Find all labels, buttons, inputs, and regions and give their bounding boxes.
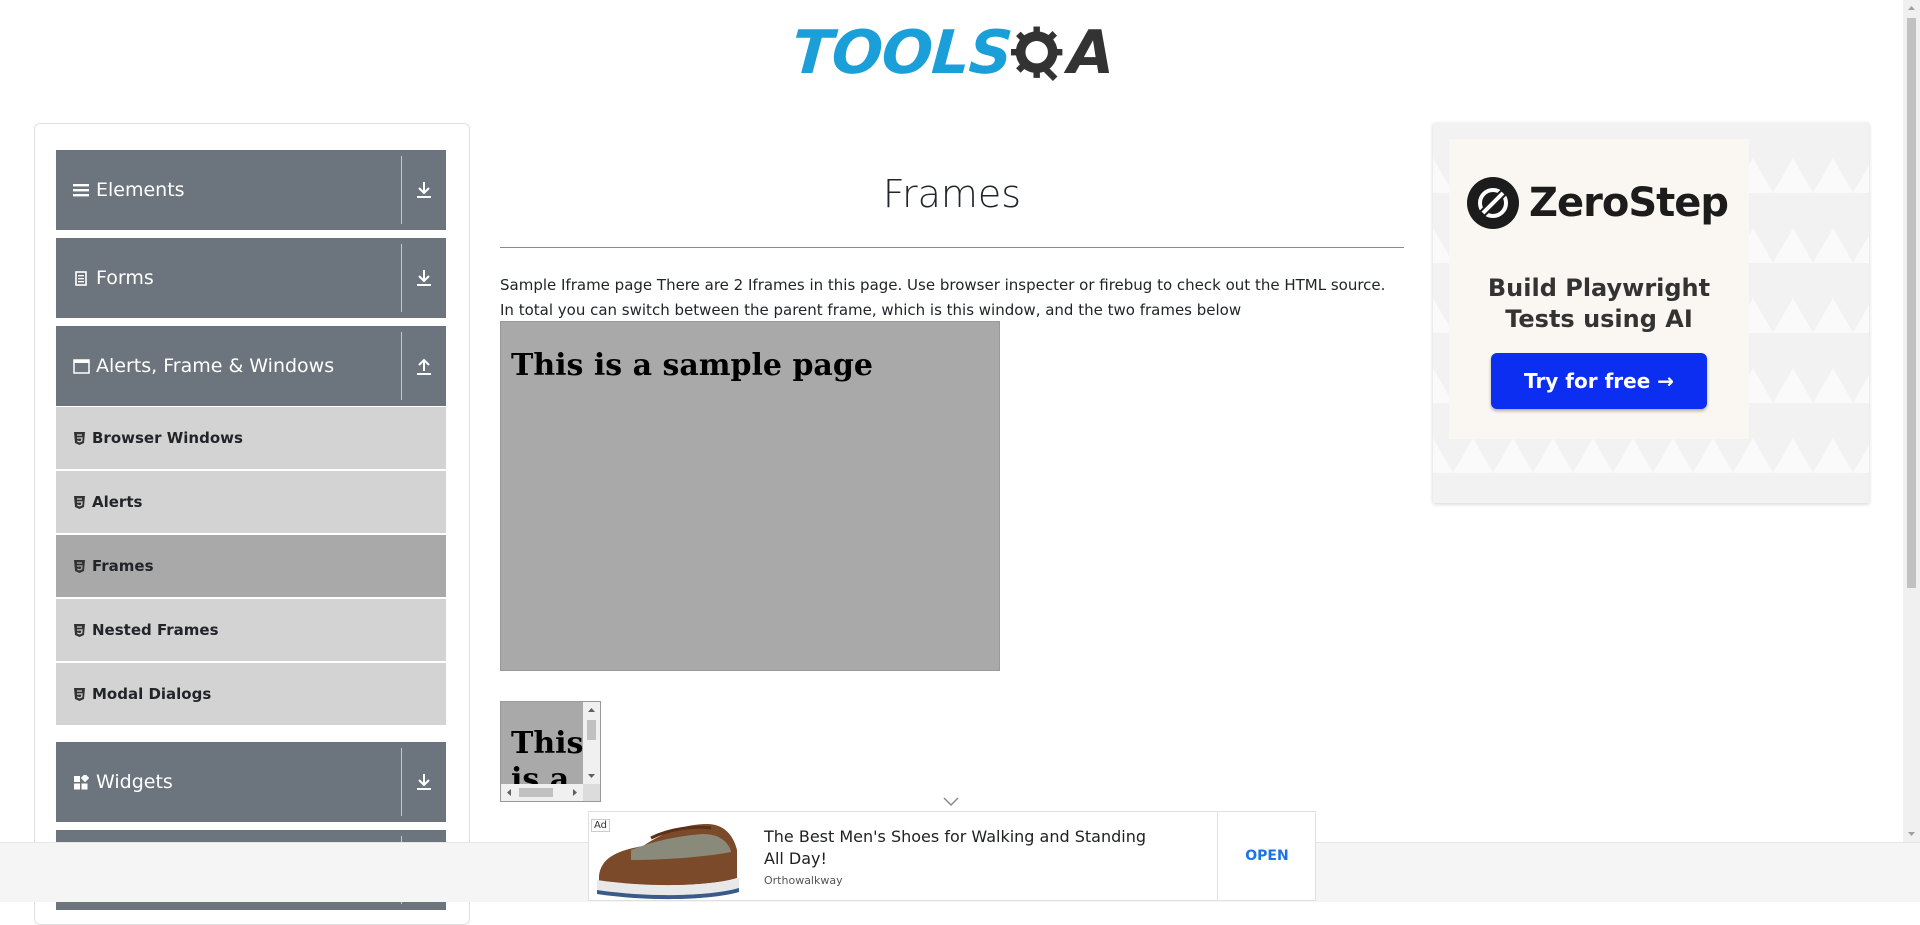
ad-banner-right[interactable]: ZeroStep Build Playwright Tests using AI… [1433,123,1869,503]
hamburger-icon [72,181,90,199]
scroll-down-arrow-icon[interactable] [587,771,596,780]
iframe-frame1[interactable]: This is a sample page [500,321,1000,671]
sidebar-group-label: Alerts, Frame & Windows [96,355,335,377]
iframe-frame2[interactable]: This is a [500,701,601,802]
upload-arrow-icon[interactable] [415,356,433,376]
sidebar-item-alerts[interactable]: Alerts [56,471,446,535]
page-scrollbar[interactable] [1903,0,1920,842]
zerostep-logo-icon [1467,177,1519,229]
sidebar-group-widgets[interactable]: Widgets [56,742,446,822]
sidebar: Elements Forms Alerts, Frame & Windows B… [34,123,470,925]
divider [401,332,402,400]
frame1-heading: This is a sample page [511,348,873,383]
toolsqa-logo[interactable]: TOOLS A [789,16,1114,90]
scroll-thumb[interactable] [519,788,553,797]
download-arrow-icon[interactable] [415,268,433,288]
scrollbar-corner [583,784,600,801]
html5-icon [72,687,86,701]
scroll-thumb[interactable] [1907,18,1916,588]
ad-tagline: Build Playwright Tests using AI [1487,274,1711,333]
sidebar-item-label: Frames [92,557,154,575]
sidebar-group-label: Forms [96,267,154,289]
sidebar-group-label: Elements [96,179,185,201]
divider [401,156,402,224]
sidebar-item-frames[interactable]: Frames [56,535,446,599]
sidebar-group-alerts-frame-windows[interactable]: Alerts, Frame & Windows [56,326,446,406]
sidebar-group-label: Widgets [96,771,173,793]
scroll-thumb[interactable] [587,720,596,740]
logo-text-a: A [1067,18,1114,88]
sidebar-item-nested-frames[interactable]: Nested Frames [56,599,446,663]
document-icon [72,269,90,287]
scroll-up-arrow-icon[interactable] [1907,4,1916,13]
sidebar-item-label: Nested Frames [92,621,219,639]
sidebar-item-browser-windows[interactable]: Browser Windows [56,407,446,471]
zerostep-name: ZeroStep [1529,180,1729,226]
sidebar-item-label: Alerts [92,493,143,511]
download-arrow-icon[interactable] [415,180,433,200]
html5-icon [72,495,86,509]
title-divider [500,247,1404,248]
scroll-right-arrow-icon[interactable] [570,788,579,797]
html5-icon [72,623,86,637]
sidebar-group-forms[interactable]: Forms [56,238,446,318]
sidebar-group-elements[interactable]: Elements [56,150,446,230]
ad-title[interactable]: The Best Men's Shoes for Walking and Sta… [764,826,1154,870]
try-for-free-button[interactable]: Try for free → [1491,353,1707,409]
scroll-down-arrow-icon[interactable] [1907,829,1916,838]
widgets-icon [72,773,90,791]
html5-icon [72,559,86,573]
ad-banner-bottom[interactable]: Ad The Best Men's Shoes for Walking and … [588,811,1316,901]
sidebar-item-label: Modal Dialogs [92,685,212,703]
ad-badge: Ad [591,819,611,832]
ad-advertiser: Orthowalkway [764,874,843,887]
zerostep-brand: ZeroStep [1467,177,1729,229]
divider [401,244,402,312]
divider [401,748,402,816]
scroll-left-arrow-icon[interactable] [505,788,514,797]
shoe-image [597,824,739,900]
logo-text-tools: TOOLS [789,18,1014,88]
gear-magnifier-icon [1011,26,1063,82]
frame2-horizontal-scrollbar[interactable] [501,784,583,801]
scroll-up-arrow-icon[interactable] [587,706,596,715]
page-description: Sample Iframe page There are 2 Iframes i… [500,276,1386,319]
ad-open-button[interactable]: OPEN [1218,812,1316,900]
chevron-down-icon[interactable] [942,796,960,808]
page-title: Frames [882,172,1022,216]
ad-card: ZeroStep Build Playwright Tests using AI… [1449,139,1749,439]
window-icon [72,357,90,375]
html5-icon [72,431,86,445]
frame2-vertical-scrollbar[interactable] [583,702,600,784]
sidebar-item-modal-dialogs[interactable]: Modal Dialogs [56,663,446,727]
download-arrow-icon[interactable] [415,772,433,792]
sidebar-item-label: Browser Windows [92,429,243,447]
